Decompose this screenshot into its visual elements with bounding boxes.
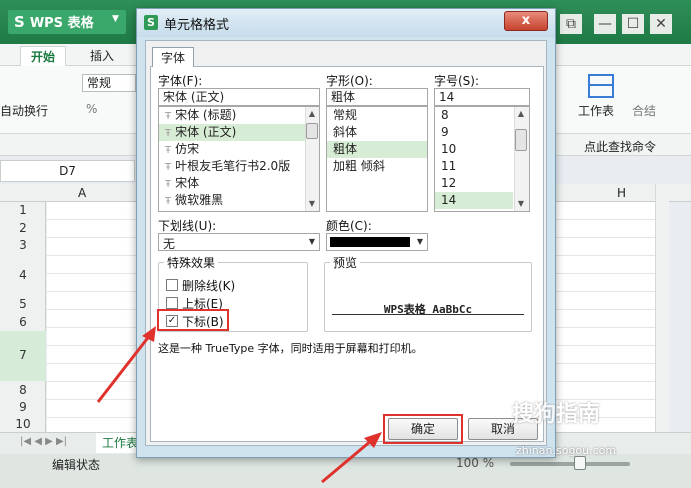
watermark-logo: 搜狗指南 (512, 402, 601, 427)
watermark-url: zhinan.sogou.com (516, 444, 617, 457)
arrow-line-to-ok (321, 438, 373, 484)
arrow-line-to-subscript (96, 334, 152, 403)
arrow-head-icon (142, 326, 156, 342)
